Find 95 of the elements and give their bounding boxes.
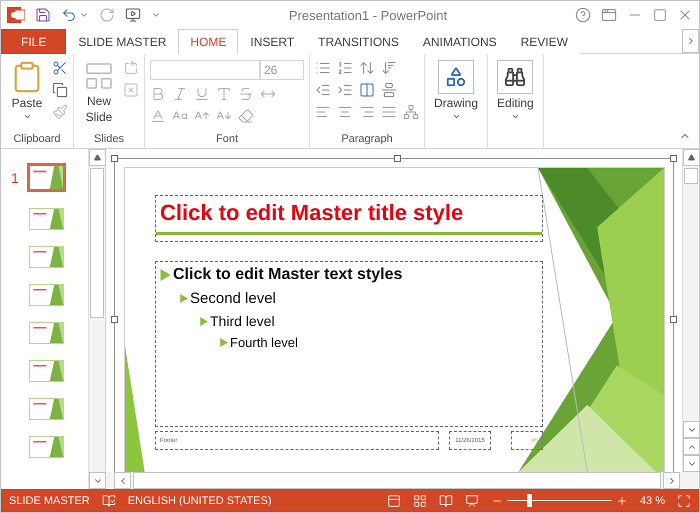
clear-format-icon[interactable] <box>238 108 254 124</box>
body-text: Fourth level <box>230 335 298 350</box>
save-icon[interactable] <box>35 7 51 23</box>
slideshow-icon[interactable] <box>125 7 141 23</box>
format-painter-icon[interactable] <box>52 104 68 120</box>
scroll-down-button[interactable] <box>683 421 699 438</box>
resize-handle[interactable] <box>670 155 677 162</box>
caret-icon <box>452 112 460 121</box>
resize-handle[interactable] <box>394 155 401 162</box>
arrow-icon <box>94 154 101 161</box>
reading-view-icon[interactable] <box>438 494 453 508</box>
slide-thumbnail[interactable] <box>29 284 64 306</box>
slide-number: 1 <box>11 170 20 186</box>
columns-icon[interactable] <box>359 82 375 98</box>
ribbon-display-icon[interactable] <box>601 7 617 23</box>
line-spacing-icon[interactable] <box>359 60 375 76</box>
caret-icon <box>510 112 520 121</box>
previous-slide-button[interactable] <box>683 438 699 455</box>
scrollbar-thumb[interactable] <box>90 168 104 318</box>
arrow-icon <box>688 154 695 161</box>
slide-thumbnail[interactable] <box>29 246 64 268</box>
drawing-button[interactable]: Drawing <box>430 58 482 123</box>
italic-icon[interactable] <box>172 86 188 102</box>
group-label: Paragraph <box>340 133 394 147</box>
numbering-icon[interactable] <box>337 60 353 76</box>
fit-slide-icon[interactable] <box>677 494 691 508</box>
ribbon-tab[interactable]: HOME <box>178 29 238 54</box>
resize-handle[interactable] <box>111 316 118 322</box>
slide-layout-icon <box>83 60 115 92</box>
body-text: Second level <box>190 290 276 307</box>
bullet-icon <box>160 269 171 281</box>
slide-thumbnail[interactable] <box>29 398 64 420</box>
decrease-indent-icon[interactable] <box>315 82 331 98</box>
scrollbar-thumb[interactable] <box>684 168 698 184</box>
strikethrough-icon[interactable] <box>238 86 254 102</box>
slide-thumbnail[interactable] <box>29 360 64 382</box>
align-left-icon[interactable] <box>315 104 331 120</box>
scroll-up-button[interactable] <box>683 149 699 166</box>
view-mode: SLIDE MASTER <box>9 494 90 506</box>
slide-thumbnail[interactable] <box>29 436 64 458</box>
body-text: Third level <box>210 313 275 329</box>
slide-title: Click to edit Master title style <box>156 196 542 235</box>
reset-icon[interactable] <box>123 60 139 76</box>
align-center-icon[interactable] <box>337 104 353 120</box>
body-placeholder[interactable]: Click to edit Master text styles Second level Third level Fourth level <box>155 261 543 427</box>
align-text-icon[interactable] <box>381 82 397 98</box>
resize-handle[interactable] <box>670 316 677 322</box>
slide-thumbnail[interactable] <box>29 208 64 230</box>
align-right-icon[interactable] <box>359 104 375 120</box>
shapes-icon <box>438 60 474 94</box>
delete-slide-icon[interactable] <box>123 82 139 98</box>
new-slide-button[interactable]: New Slide <box>79 58 119 133</box>
bullet-icon <box>220 338 228 347</box>
scroll-up-button[interactable] <box>89 149 106 166</box>
shadow-icon[interactable] <box>216 86 232 102</box>
group-label: Clipboard <box>12 133 62 147</box>
title-placeholder[interactable]: Click to edit Master title style <box>155 195 543 242</box>
slideshow-icon[interactable] <box>464 494 479 508</box>
undo-icon[interactable] <box>61 7 77 23</box>
group-label: Font <box>214 133 239 147</box>
paste-button[interactable]: Paste <box>6 58 48 133</box>
binoculars-icon <box>497 60 534 94</box>
copy-icon[interactable] <box>52 82 68 98</box>
font-color-icon[interactable] <box>150 108 166 124</box>
increase-indent-icon[interactable] <box>337 82 353 98</box>
maximize-icon[interactable] <box>653 8 667 22</box>
justify-icon[interactable] <box>381 104 397 120</box>
slide-thumbnail[interactable] <box>29 322 64 344</box>
next-slide-button[interactable] <box>683 455 699 472</box>
spelling-icon[interactable] <box>102 494 116 508</box>
underline-icon[interactable] <box>194 86 210 102</box>
normal-view-icon[interactable] <box>386 494 401 508</box>
resize-handle[interactable] <box>111 155 118 162</box>
help-icon[interactable] <box>575 7 591 23</box>
smartart-icon[interactable] <box>403 104 419 120</box>
bullet-icon <box>200 316 208 326</box>
group-label: Slides <box>93 133 125 147</box>
app-logo-icon[interactable] <box>7 6 25 24</box>
language[interactable]: ENGLISH (UNITED STATES) <box>128 494 272 506</box>
file-tab[interactable]: FILE <box>1 29 66 54</box>
editing-button[interactable]: Editing <box>493 58 538 123</box>
slide-thumbnail[interactable] <box>27 163 66 192</box>
caret-icon <box>22 112 32 121</box>
scrollbar-thumb[interactable] <box>133 472 661 489</box>
cut-icon[interactable] <box>52 60 68 76</box>
font-name-field[interactable] <box>150 60 260 80</box>
zoom-slider-thumb[interactable] <box>526 494 532 507</box>
body-text: Click to edit Master text styles <box>173 266 402 284</box>
window-title: Presentation1 - PowerPoint <box>288 8 448 22</box>
slide-sorter-icon[interactable] <box>412 494 427 508</box>
zoom-reading: 43 % <box>640 494 665 506</box>
redo-icon[interactable] <box>99 7 115 23</box>
zoom-in-icon[interactable] <box>616 494 628 506</box>
bullet-icon <box>180 294 188 303</box>
text-direction-icon[interactable] <box>381 60 397 76</box>
